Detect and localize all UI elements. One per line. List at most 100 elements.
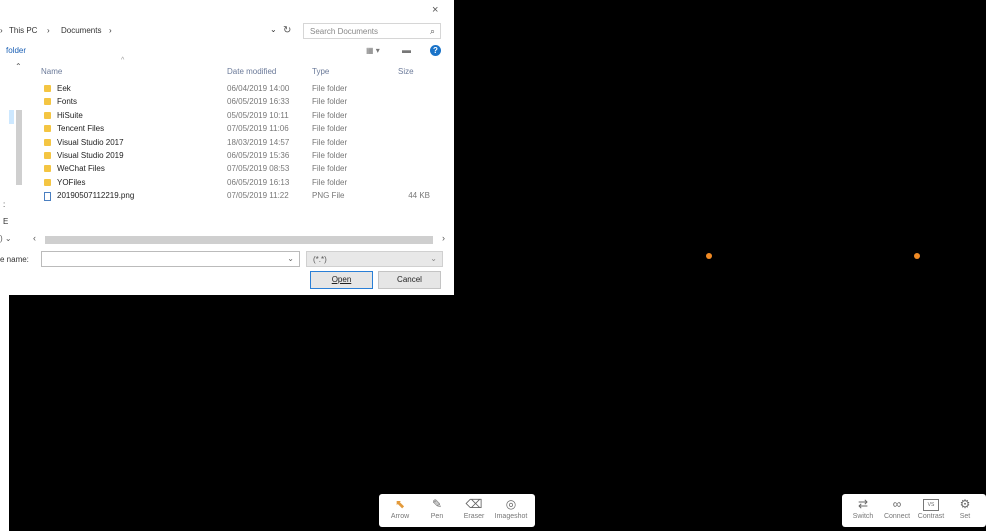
scroll-right-icon[interactable]: ›	[442, 233, 445, 243]
view-options-icon[interactable]: ▦ ▾	[366, 46, 380, 55]
file-name: Visual Studio 2019	[57, 151, 124, 160]
nav-item[interactable]: :	[3, 200, 5, 209]
folder-icon	[44, 111, 51, 119]
file-name: HiSuite	[57, 110, 83, 120]
tool-label: Contrast	[917, 513, 945, 520]
file-name: Visual Studio 2017	[57, 137, 124, 147]
file-row[interactable]: Tencent Files 07/05/2019 11:06 File folder	[40, 124, 440, 137]
column-header-date[interactable]: Date modified	[227, 67, 276, 76]
file-name: WeChat Files	[57, 164, 105, 174]
search-icon[interactable]: ⌕	[430, 26, 435, 37]
file-name: YOFiles	[57, 177, 86, 187]
file-type: File folder	[312, 97, 348, 107]
column-header-name[interactable]: Name	[41, 67, 62, 76]
file-date: 07/05/2019 11:22	[227, 191, 289, 201]
tool-label: Imageshot	[494, 513, 528, 520]
address-bar[interactable]: › This PC › Documents › ⌄	[0, 25, 298, 38]
eraser-tool-button[interactable]: ⌫ Eraser	[457, 494, 491, 527]
column-header-type[interactable]: Type	[312, 67, 329, 76]
file-type: File folder	[312, 137, 348, 147]
file-row[interactable]: Visual Studio 2019 06/05/2019 15:36 File f…	[40, 151, 440, 164]
file-type: File folder	[312, 177, 348, 187]
open-button-label: Open	[331, 275, 352, 284]
camera-icon: ◎	[505, 497, 517, 511]
breadcrumb-this-pc[interactable]: This PC	[9, 26, 37, 35]
file-type: File folder	[312, 110, 348, 120]
nav-item[interactable]: ) ⌄	[0, 234, 12, 243]
file-date: 06/05/2019 15:36	[227, 151, 290, 160]
nav-selected-item[interactable]	[9, 110, 14, 124]
cancel-button[interactable]: Cancel	[378, 271, 441, 289]
vs-compare-icon: VS	[914, 494, 948, 511]
file-type-select[interactable]: (*.*) ⌄	[306, 251, 443, 267]
file-date: 18/03/2019 14:57	[227, 137, 290, 147]
pen-icon: ✎	[431, 497, 443, 511]
folder-icon	[44, 152, 51, 159]
file-row[interactable]: Visual Studio 2017 18/03/2019 14:57 File f…	[40, 138, 440, 151]
file-row[interactable]: 20190507112219.png 07/05/2019 11:22 PNG Fi…	[40, 191, 440, 204]
chevron-down-icon[interactable]: ⌄	[287, 254, 294, 263]
file-date: 05/05/2019 10:11	[227, 110, 289, 120]
file-row[interactable]: WeChat Files 07/05/2019 08:53 File folder	[40, 164, 440, 177]
switch-tool-button[interactable]: ⇄ Switch	[846, 494, 880, 527]
session-tools-panel: ⇄ Switch ∞ Connect VS Contrast ⚙ Set	[842, 494, 986, 527]
folder-icon	[44, 125, 51, 133]
eraser-icon: ⌫	[465, 497, 483, 511]
file-type: File folder	[312, 151, 348, 160]
file-open-dialog: × › This PC › Documents › ⌄ ↻ Search Doc…	[0, 0, 454, 295]
file-row[interactable]: YOFiles 06/05/2019 16:13 File folder	[40, 178, 440, 191]
folder-icon	[44, 85, 51, 92]
breadcrumb-separator: ›	[109, 26, 112, 35]
scroll-left-icon[interactable]: ‹	[33, 233, 36, 243]
new-folder-button[interactable]: folder	[6, 46, 26, 55]
column-header-size[interactable]: Size	[398, 67, 414, 76]
file-row[interactable]: Eek 06/04/2019 14:00 File folder	[40, 84, 440, 97]
file-date: 07/05/2019 11:06	[227, 124, 289, 134]
horizontal-scrollbar[interactable]	[45, 236, 433, 244]
breadcrumb-documents[interactable]: Documents	[61, 26, 101, 35]
file-name: Fonts	[57, 97, 78, 107]
marker-dot	[706, 253, 712, 259]
file-type: File folder	[312, 124, 348, 134]
file-date: 06/05/2019 16:13	[227, 177, 290, 187]
file-name: Eek	[57, 84, 71, 93]
open-button[interactable]: Open	[310, 271, 373, 289]
help-icon[interactable]: ?	[430, 45, 441, 56]
tool-label: Set	[959, 513, 971, 520]
contrast-tool-button[interactable]: VS Contrast	[914, 494, 948, 527]
file-date: 07/05/2019 08:53	[227, 164, 290, 174]
switch-icon: ⇄	[857, 497, 869, 511]
pen-tool-button[interactable]: ✎ Pen	[420, 494, 454, 527]
file-type: PNG File	[312, 191, 345, 201]
address-dropdown-icon[interactable]: ⌄	[270, 25, 277, 34]
png-file-icon	[44, 192, 51, 202]
chevron-down-icon[interactable]: ⌄	[430, 254, 437, 263]
nav-scroll-up-icon[interactable]: ⌃	[15, 62, 22, 71]
tool-label: Arrow	[390, 513, 410, 520]
folder-icon	[44, 138, 51, 146]
file-row[interactable]: HiSuite 05/05/2019 10:11 File folder	[40, 111, 440, 124]
nav-scrollbar[interactable]	[16, 110, 22, 185]
folder-icon	[44, 165, 51, 173]
connect-tool-button[interactable]: ∞ Connect	[880, 494, 914, 527]
breadcrumb-separator: ›	[47, 26, 50, 35]
file-name-input[interactable]: ⌄	[41, 251, 300, 267]
file-name-label: e name:	[0, 255, 29, 264]
file-type: File folder	[312, 164, 348, 174]
settings-gear-icon: ⚙	[959, 497, 971, 511]
file-type-value: (*.*)	[313, 255, 327, 264]
preview-pane-icon[interactable]: ▬	[402, 45, 411, 55]
marker-dot	[914, 253, 920, 259]
arrow-tool-button[interactable]: ⬉ Arrow	[383, 494, 417, 527]
nav-item[interactable]: E	[3, 217, 8, 226]
search-input[interactable]: Search Documents ⌕	[303, 23, 441, 39]
imageshot-tool-button[interactable]: ◎ Imageshot	[494, 494, 528, 527]
refresh-icon[interactable]: ↻	[283, 25, 291, 36]
sort-ascending-icon: ^	[121, 57, 125, 64]
close-icon[interactable]: ×	[432, 4, 438, 16]
arrow-cursor-icon: ⬉	[394, 497, 406, 511]
set-tool-button[interactable]: ⚙ Set	[948, 494, 982, 527]
file-name: 20190507112219.png	[57, 191, 135, 201]
file-row[interactable]: Fonts 06/05/2019 16:33 File folder	[40, 97, 440, 110]
folder-icon	[44, 98, 51, 106]
